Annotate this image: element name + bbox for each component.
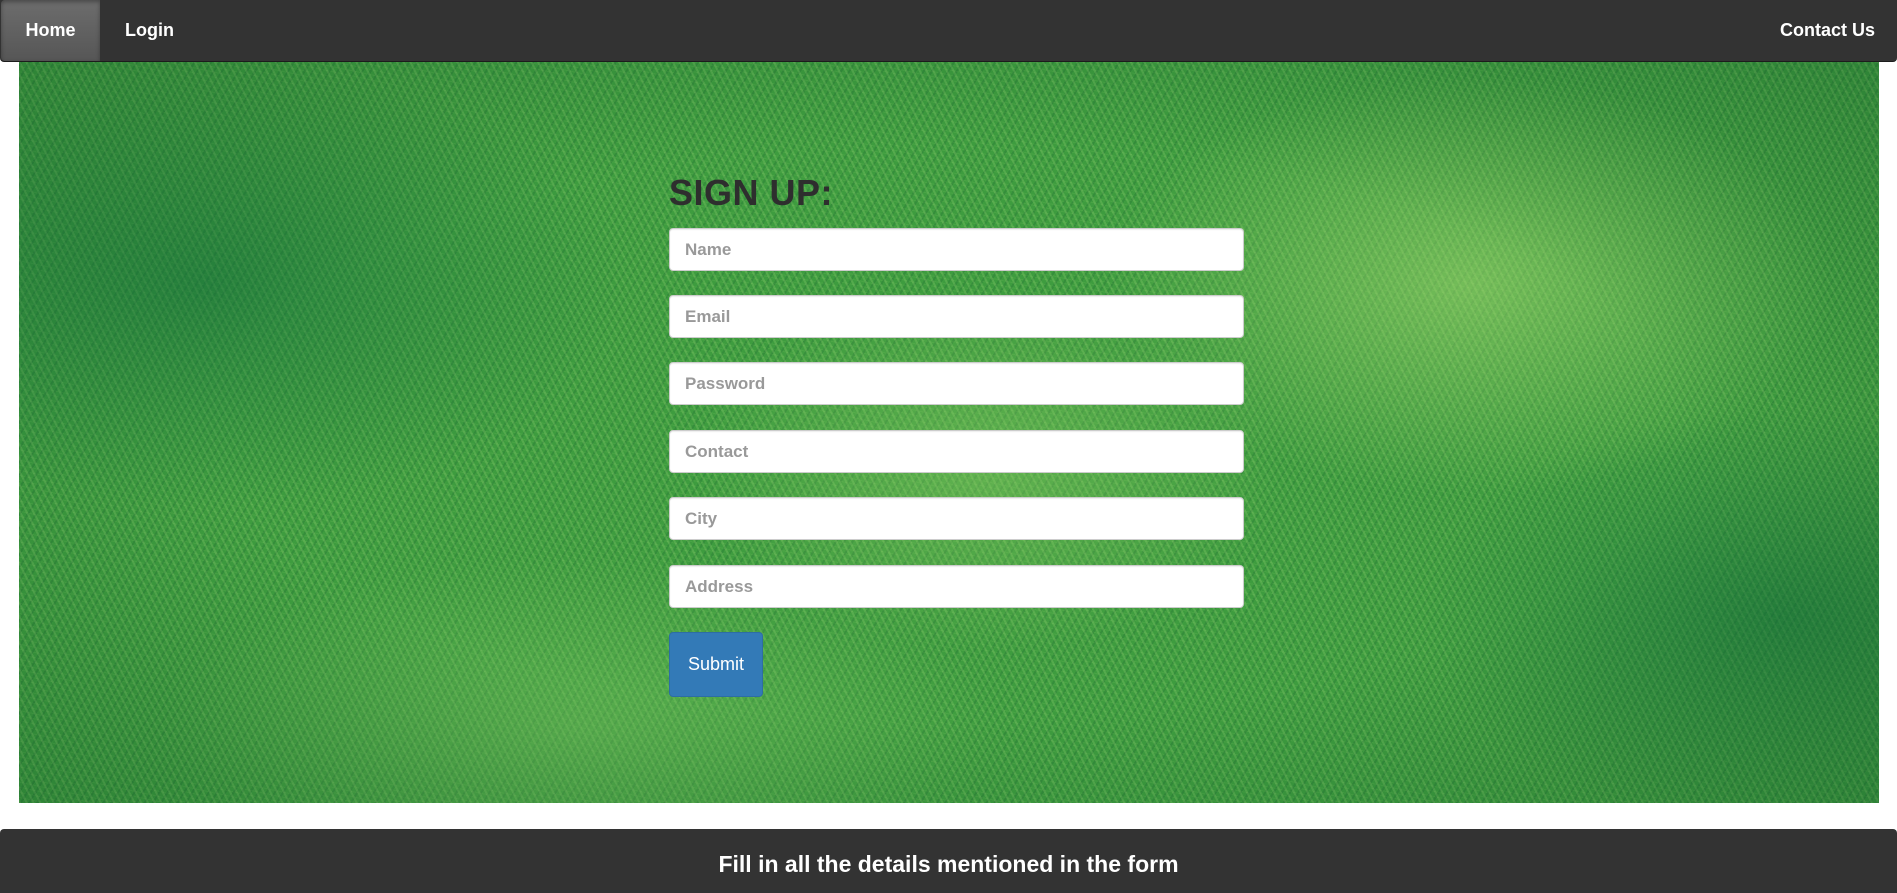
footer-instructions-text: Fill in all the details mentioned in the…	[718, 851, 1179, 877]
nav-login-link[interactable]: Login	[125, 0, 174, 61]
password-input[interactable]	[669, 362, 1244, 405]
email-input[interactable]	[669, 295, 1244, 338]
top-navbar: Home Login Contact Us	[0, 0, 1897, 62]
footer-bar: Fill in all the details mentioned in the…	[0, 829, 1897, 893]
submit-button[interactable]: Submit	[669, 632, 763, 697]
name-input[interactable]	[669, 228, 1244, 271]
contact-input[interactable]	[669, 430, 1244, 473]
address-input[interactable]	[669, 565, 1244, 608]
nav-home-link[interactable]: Home	[1, 0, 100, 61]
city-input[interactable]	[669, 497, 1244, 540]
signup-title: SIGN UP:	[669, 172, 834, 213]
nav-contact-us-link[interactable]: Contact Us	[1780, 0, 1875, 61]
